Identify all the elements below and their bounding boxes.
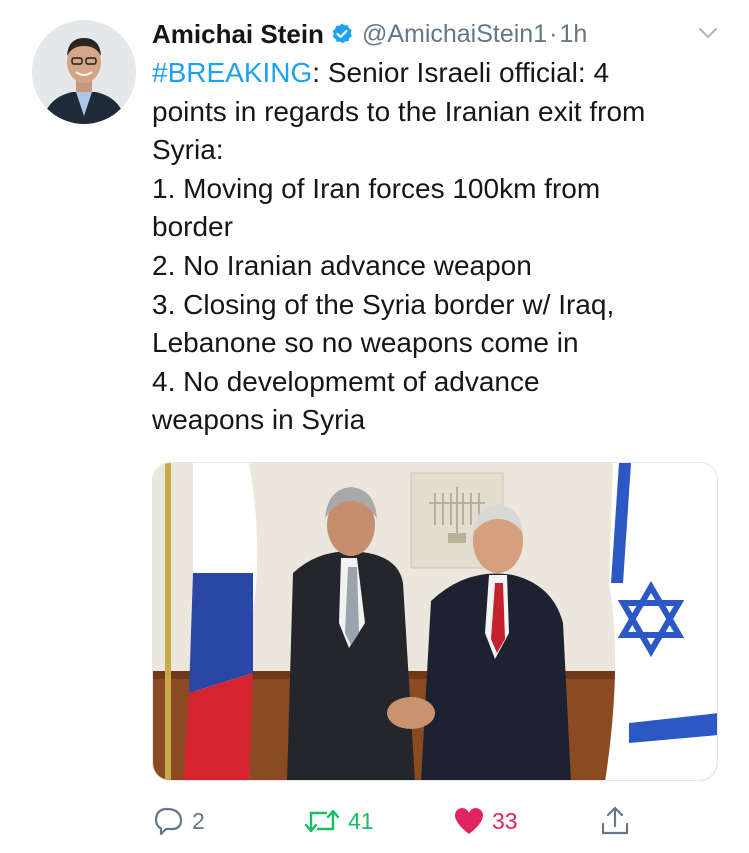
tweet-line: 3. Closing of the Syria border w/ Iraq, xyxy=(152,288,615,320)
tweet-text: #BREAKING: Senior Israeli official: 4 po… xyxy=(152,54,732,440)
tweet-line: Syria: xyxy=(152,134,224,166)
tweet[interactable]: Amichai Stein @AmichaiStein1 · 1h #BREAK… xyxy=(0,0,749,853)
reply-count: 2 xyxy=(192,807,205,834)
retweet-icon xyxy=(304,809,340,833)
tweet-line: Lebanone so no weapons come in xyxy=(152,327,579,359)
verified-badge-icon xyxy=(330,22,354,46)
tweet-line: 2. No Iranian advance weapon xyxy=(152,249,532,281)
heart-icon xyxy=(455,808,483,834)
tweet-line: border xyxy=(152,211,233,243)
tweet-line: 4. No developmemt of advance xyxy=(152,365,540,397)
like-button[interactable]: 33 xyxy=(452,800,518,842)
retweet-count: 41 xyxy=(348,807,374,834)
tweet-line: #BREAKING: Senior Israeli official: 4 xyxy=(152,54,732,93)
tweet-line: 1. Moving of Iran forces 100km from xyxy=(152,172,601,204)
tweet-line: weapons in Syria xyxy=(152,404,366,436)
reply-icon xyxy=(154,807,183,836)
display-name[interactable]: Amichai Stein xyxy=(152,19,324,50)
hashtag-link[interactable]: #BREAKING xyxy=(152,57,312,88)
separator-dot: · xyxy=(549,19,558,48)
timestamp[interactable]: 1h xyxy=(559,20,587,49)
tweet-line-text: : Senior Israeli official: 4 xyxy=(312,57,610,88)
avatar[interactable] xyxy=(32,20,136,124)
share-button[interactable] xyxy=(598,800,632,842)
like-count: 33 xyxy=(492,807,518,834)
tweet-actions: 2 41 33 xyxy=(152,800,642,842)
tweet-line: points in regards to the Iranian exit fr… xyxy=(152,95,646,127)
handle[interactable]: @AmichaiStein1 xyxy=(362,20,547,49)
reply-button[interactable]: 2 xyxy=(152,800,205,842)
share-icon xyxy=(601,806,629,835)
retweet-button[interactable]: 41 xyxy=(302,800,374,842)
tweet-header: Amichai Stein @AmichaiStein1 · 1h xyxy=(152,16,729,52)
tweet-photo[interactable] xyxy=(152,462,718,781)
chevron-down-icon[interactable] xyxy=(695,20,721,46)
